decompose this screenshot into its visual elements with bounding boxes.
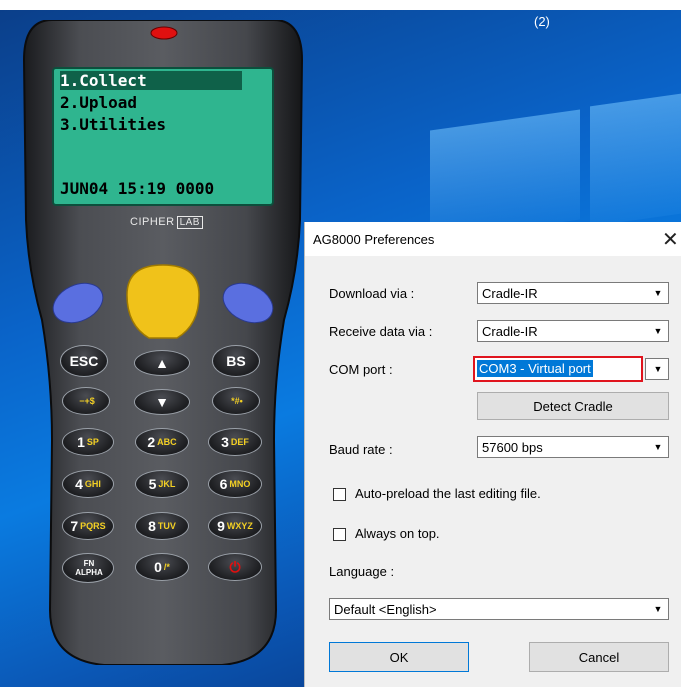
close-icon[interactable]: ✕ xyxy=(662,227,679,252)
power-key[interactable]: ⏻ xyxy=(208,553,262,581)
key-7[interactable]: 7 PQRS xyxy=(62,512,114,540)
key-5[interactable]: 5 JKL xyxy=(135,470,189,498)
language-label: Language : xyxy=(329,564,395,579)
bs-key[interactable]: BS xyxy=(212,345,260,377)
menu-item-utilities[interactable]: 3.Utilities xyxy=(60,115,166,134)
chevron-down-icon: ▼ xyxy=(653,604,663,614)
com-port-label: COM port : xyxy=(329,362,393,377)
chevron-down-icon: ▼ xyxy=(653,326,663,336)
key-4[interactable]: 4 GHI xyxy=(62,470,114,498)
status-line: JUN04 15:19 0000 xyxy=(60,179,215,198)
com-port-dropdown-button[interactable]: ▼ xyxy=(645,358,669,380)
key-2[interactable]: 2 ABC xyxy=(135,428,189,456)
key-0[interactable]: 0/* xyxy=(135,553,189,581)
key-1[interactable]: 1 SP xyxy=(62,428,114,456)
lcd-screen: 1.Collect 2.Upload 3.Utilities JUN04 15:… xyxy=(52,67,274,206)
windows-logo-pane xyxy=(590,93,681,227)
receive-data-via-select[interactable]: Cradle-IR ▼ xyxy=(477,320,669,342)
chevron-down-icon: ▼ xyxy=(653,442,663,452)
desktop-icon-count: (2) xyxy=(534,14,550,29)
up-arrow-key[interactable]: ▲ xyxy=(134,350,190,376)
star-key[interactable]: *#• xyxy=(212,387,260,415)
down-arrow-key[interactable]: ▼ xyxy=(134,389,190,415)
dialog-title: AG8000 Preferences xyxy=(313,232,435,247)
auto-preload-label[interactable]: Auto-preload the last editing file. xyxy=(355,486,541,501)
baud-rate-label: Baud rate : xyxy=(329,442,393,457)
cipherlab-device: 1.Collect 2.Upload 3.Utilities JUN04 15:… xyxy=(22,20,304,665)
fn-alpha-key[interactable]: FN ALPHA xyxy=(62,553,114,583)
key-3[interactable]: 3 DEF xyxy=(208,428,262,456)
scan-key xyxy=(126,264,200,339)
always-on-top-label[interactable]: Always on top. xyxy=(355,526,440,541)
cancel-button[interactable]: Cancel xyxy=(529,642,669,672)
dialog-titlebar[interactable]: AG8000 Preferences ✕ xyxy=(305,222,681,256)
key-8[interactable]: 8 TUV xyxy=(135,512,189,540)
menu-item-upload[interactable]: 2.Upload xyxy=(60,93,137,112)
auto-preload-checkbox[interactable] xyxy=(333,488,346,501)
chevron-down-icon: ▼ xyxy=(653,288,663,298)
com-port-select[interactable]: COM3 - Virtual port xyxy=(473,356,643,382)
download-via-label: Download via : xyxy=(329,286,415,301)
preferences-dialog: AG8000 Preferences ✕ Download via : Crad… xyxy=(304,222,681,687)
minus-key[interactable]: −+$ xyxy=(62,387,110,415)
menu-item-collect[interactable]: 1.Collect xyxy=(60,71,242,90)
always-on-top-checkbox[interactable] xyxy=(333,528,346,541)
detect-cradle-button[interactable]: Detect Cradle xyxy=(477,392,669,420)
key-6[interactable]: 6 MNO xyxy=(208,470,262,498)
chevron-down-icon: ▼ xyxy=(653,364,663,374)
ok-button[interactable]: OK xyxy=(329,642,469,672)
esc-key[interactable]: ESC xyxy=(60,345,108,377)
receive-data-via-label: Receive data via : xyxy=(329,324,433,339)
language-select[interactable]: Default <English> ▼ xyxy=(329,598,669,620)
power-icon: ⏻ xyxy=(229,558,241,575)
windows-logo-pane xyxy=(430,109,580,241)
baud-rate-select[interactable]: 57600 bps ▼ xyxy=(477,436,669,458)
download-via-select[interactable]: Cradle-IR ▼ xyxy=(477,282,669,304)
brand-logo: CIPHER LAB xyxy=(130,216,203,229)
key-9[interactable]: 9 WXYZ xyxy=(208,512,262,540)
